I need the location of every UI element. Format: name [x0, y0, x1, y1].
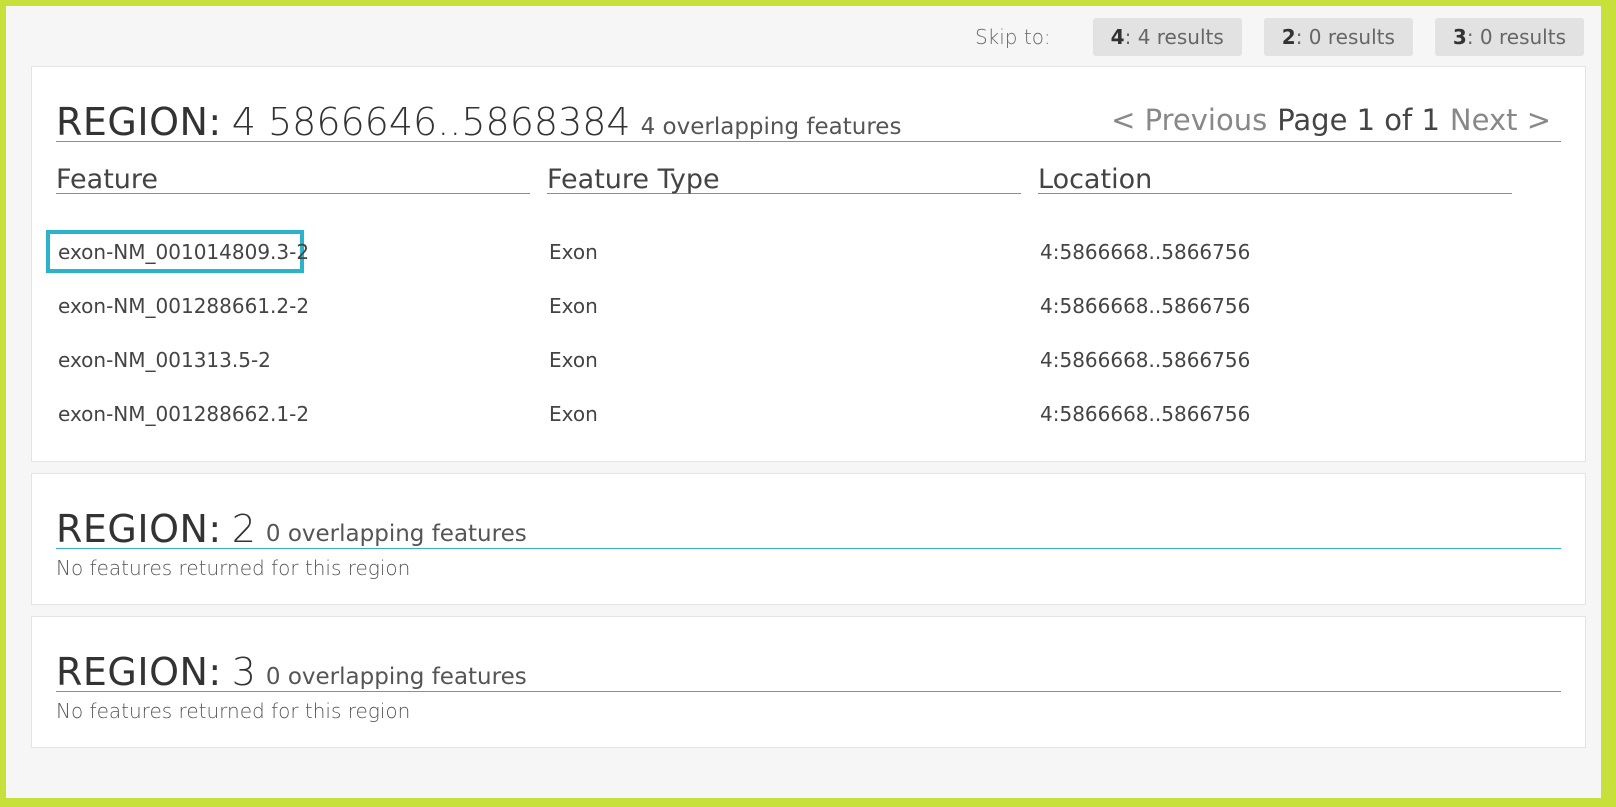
column-header-location[interactable]: Location	[1038, 159, 1512, 194]
region-header: REGION: 2 0 overlapping features	[56, 498, 1561, 549]
page-indicator: Page 1 of 1	[1277, 103, 1440, 137]
no-features-message: No features returned for this region	[56, 556, 411, 580]
region-panel-4: REGION: 4 5866646..5868384 4 overlapping …	[31, 66, 1586, 462]
region-panel-3: REGION: 3 0 overlapping features No featu…	[31, 616, 1586, 748]
skip-results-count: : 0 results	[1466, 25, 1566, 49]
pagination: < Previous Page 1 of 1 Next >	[1111, 106, 1551, 135]
region-title: REGION: 4 5866646..5868384	[56, 103, 631, 141]
skip-to-region-2-button[interactable]: 2: 0 results	[1263, 18, 1413, 56]
next-page-link[interactable]: Next >	[1450, 106, 1551, 135]
skip-to-bar: Skip to: 4: 4 results 2: 0 results 3: 0 …	[975, 18, 1584, 56]
feature-type-cell: Exon	[549, 402, 598, 426]
region-panel-2: REGION: 2 0 overlapping features No featu…	[31, 473, 1586, 605]
feature-link[interactable]: exon-NM_001288662.1-2	[58, 404, 309, 424]
region-coordinates: 3	[231, 650, 256, 694]
feature-type-cell: Exon	[549, 348, 598, 372]
feature-link[interactable]: exon-NM_001313.5-2	[58, 350, 271, 370]
skip-results-count: : 0 results	[1295, 25, 1395, 49]
region-coordinates: 2	[231, 507, 256, 551]
feature-type-cell: Exon	[549, 294, 598, 318]
skip-region-number: 4	[1110, 25, 1125, 49]
no-features-message: No features returned for this region	[56, 699, 411, 723]
skip-to-label: Skip to:	[974, 25, 1051, 49]
skip-to-region-3-button[interactable]: 3: 0 results	[1434, 18, 1584, 56]
location-cell: 4:5866668..5866756	[1040, 294, 1251, 318]
overlap-count: 0 overlapping features	[265, 521, 527, 547]
location-cell: 4:5866668..5866756	[1040, 240, 1251, 264]
location-cell: 4:5866668..5866756	[1040, 348, 1251, 372]
region-label: REGION:	[56, 507, 222, 551]
overlap-count: 0 overlapping features	[265, 664, 527, 690]
skip-region-number: 2	[1281, 25, 1296, 49]
overlap-count: 4 overlapping features	[640, 114, 902, 140]
location-cell: 4:5866668..5866756	[1040, 402, 1251, 426]
region-label: REGION:	[56, 650, 222, 694]
previous-page-link[interactable]: < Previous	[1111, 106, 1267, 135]
skip-to-region-4-button[interactable]: 4: 4 results	[1092, 18, 1242, 56]
skip-region-number: 3	[1452, 25, 1467, 49]
feature-link[interactable]: exon-NM_001288661.2-2	[58, 296, 309, 316]
region-label: REGION:	[56, 100, 222, 144]
region-header: REGION: 3 0 overlapping features	[56, 641, 1561, 692]
column-header-feature[interactable]: Feature	[56, 159, 530, 194]
feature-link[interactable]: exon-NM_001014809.3-2	[58, 242, 309, 262]
region-title: REGION: 3	[56, 653, 256, 691]
feature-type-cell: Exon	[549, 240, 598, 264]
region-title: REGION: 2	[56, 510, 256, 548]
region-coordinates: 4 5866646..5868384	[231, 100, 631, 144]
column-header-feature-type[interactable]: Feature Type	[547, 159, 1021, 194]
region-header: REGION: 4 5866646..5868384 4 overlapping …	[56, 91, 1561, 142]
skip-results-count: : 4 results	[1124, 25, 1224, 49]
results-page: Skip to: 4: 4 results 2: 0 results 3: 0 …	[6, 6, 1601, 798]
